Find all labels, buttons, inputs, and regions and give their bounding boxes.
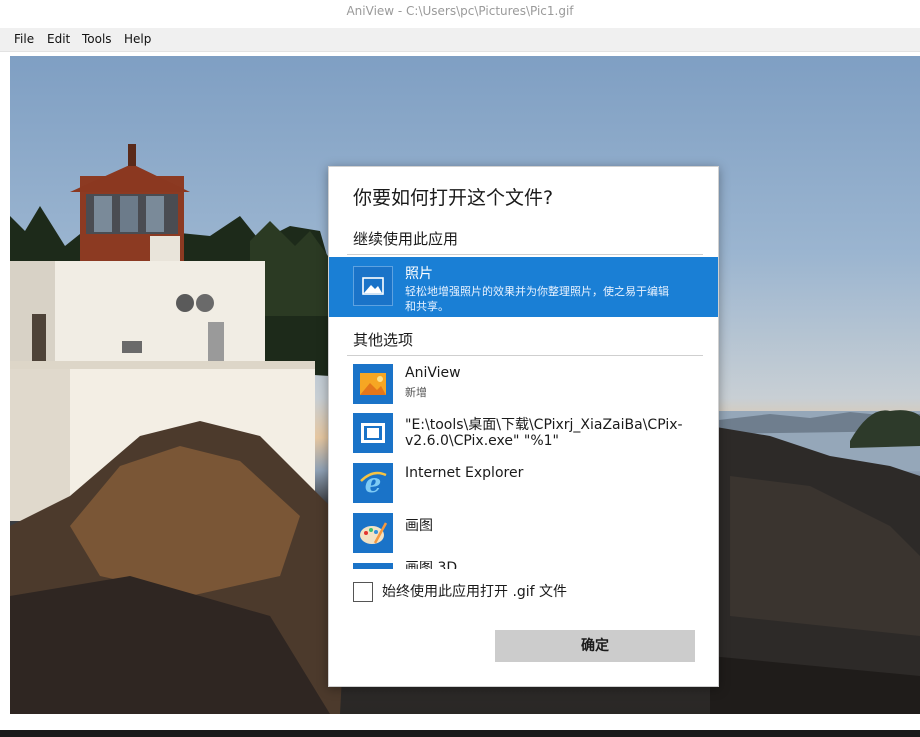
open-with-dialog: 你要如何打开这个文件? 继续使用此应用 照片 轻松地增强照片的效果并为你整理照片… bbox=[328, 166, 719, 687]
menu-bar: File Edit Tools Help bbox=[0, 28, 920, 52]
app-option-cpix[interactable]: "E:\tools\桌面\下载\CPixrj_XiaZaiBa\CPix- v2… bbox=[329, 411, 719, 459]
app-option-paint[interactable]: 画图 bbox=[329, 511, 719, 557]
divider bbox=[347, 355, 703, 356]
app-name: 画图 bbox=[405, 515, 433, 535]
aniview-icon bbox=[353, 364, 393, 404]
app-name: 照片 bbox=[405, 263, 433, 283]
app-name-cont: v2.6.0\CPix.exe" "%1" bbox=[405, 433, 559, 449]
paint3d-icon bbox=[353, 563, 393, 569]
app-option-paint3d[interactable]: 画图 3D bbox=[329, 561, 719, 569]
window-title: AniView - C:\Users\pc\Pictures\Pic1.gif bbox=[0, 0, 920, 24]
menu-file[interactable]: File bbox=[14, 32, 34, 46]
always-use-label: 始终使用此应用打开 .gif 文件 bbox=[382, 581, 567, 601]
app-name: 画图 3D bbox=[405, 561, 457, 569]
app-option-internet-explorer[interactable]: e Internet Explorer bbox=[329, 461, 719, 507]
app-option-photos[interactable]: 照片 轻松地增强照片的效果并为你整理照片，使之易于编辑 和共享。 bbox=[329, 257, 719, 317]
divider bbox=[347, 254, 703, 255]
menu-tools[interactable]: Tools bbox=[82, 32, 112, 46]
app-description: 轻松地增强照片的效果并为你整理照片，使之易于编辑 bbox=[405, 283, 669, 299]
always-use-checkbox[interactable] bbox=[353, 582, 373, 602]
app-description-cont: 和共享。 bbox=[405, 298, 449, 314]
window-bottom-edge bbox=[0, 730, 920, 737]
paint-icon bbox=[353, 513, 393, 553]
ok-button[interactable]: 确定 bbox=[495, 630, 695, 662]
cpix-icon bbox=[353, 413, 393, 453]
menu-help[interactable]: Help bbox=[124, 32, 151, 46]
dialog-title: 你要如何打开这个文件? bbox=[353, 183, 553, 210]
app-name: AniView bbox=[405, 365, 461, 381]
app-name: Internet Explorer bbox=[405, 465, 523, 481]
internet-explorer-icon: e bbox=[353, 463, 393, 503]
keep-using-label: 继续使用此应用 bbox=[353, 228, 458, 249]
other-options-label: 其他选项 bbox=[353, 329, 413, 350]
app-badge-new: 新增 bbox=[405, 384, 427, 400]
menu-edit[interactable]: Edit bbox=[47, 32, 70, 46]
app-option-aniview[interactable]: AniView 新增 bbox=[329, 361, 719, 409]
app-name: "E:\tools\桌面\下载\CPixrj_XiaZaiBa\CPix- bbox=[405, 414, 683, 434]
photos-icon bbox=[353, 266, 393, 306]
